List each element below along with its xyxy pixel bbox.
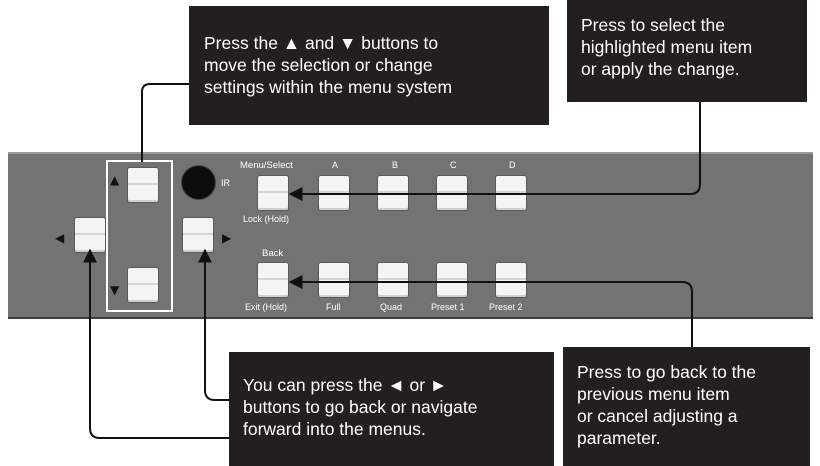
left-leader <box>83 248 229 439</box>
right-leader <box>198 248 229 401</box>
back-callout: Press to go back to the previous menu it… <box>563 347 810 466</box>
updown-leader <box>141 83 189 162</box>
leftright-callout: You can press the ◄ or ► buttons to go b… <box>229 352 554 466</box>
select-callout: Press to select the highlighted menu ite… <box>567 0 807 102</box>
back-leader <box>288 275 693 347</box>
updown-callout: Press the ▲ and ▼ buttons to move the se… <box>189 6 549 125</box>
